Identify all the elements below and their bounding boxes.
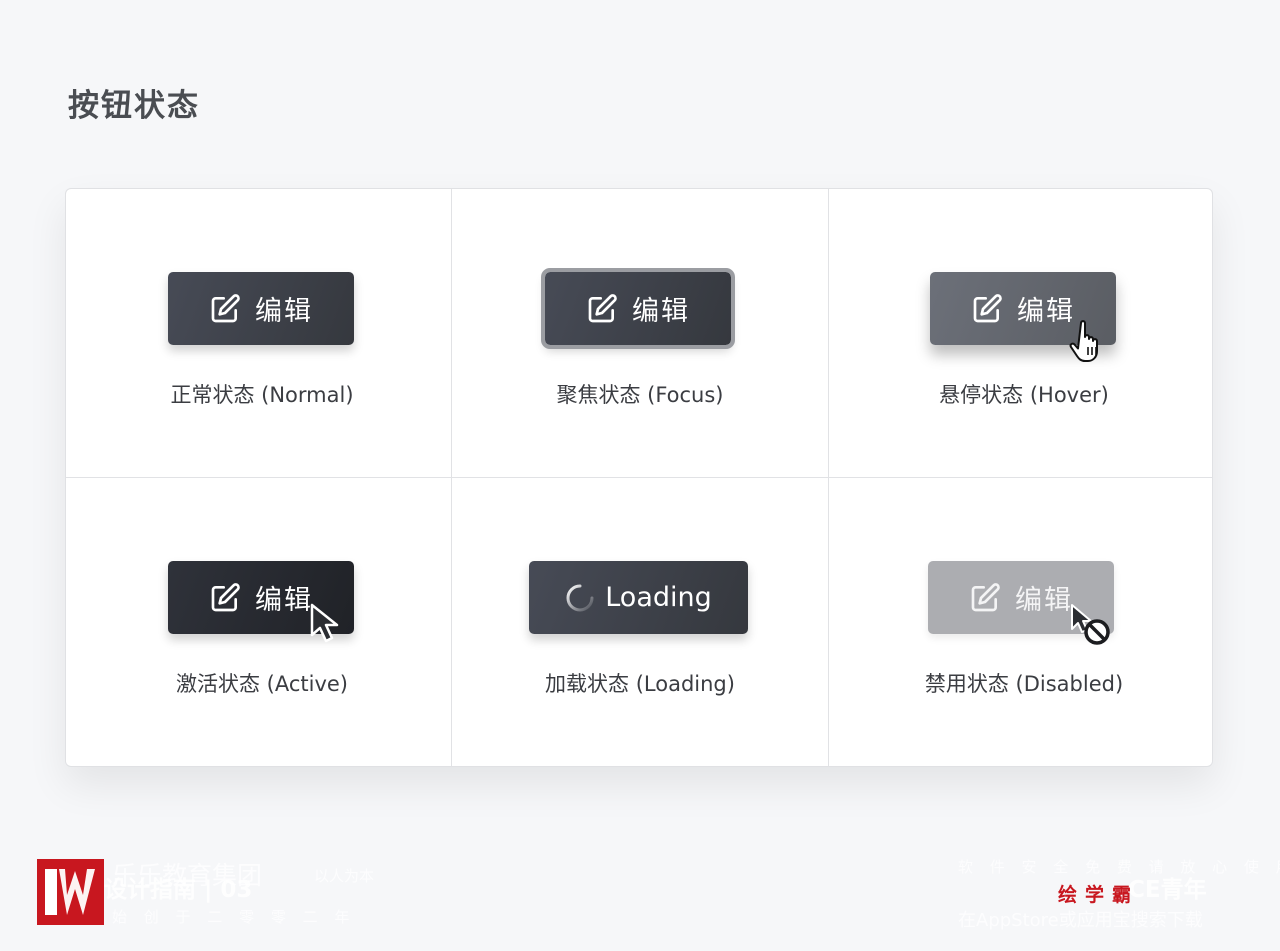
edit-icon — [971, 582, 1000, 611]
brand-logo — [37, 859, 104, 925]
state-caption-disabled: 禁用状态 (Disabled) — [924, 672, 1124, 696]
state-caption-active: 激活状态 (Active) — [175, 672, 349, 696]
footer-guide-title: 设计指南 | 03 — [104, 877, 253, 903]
state-cell-disabled: 编辑 禁用状态 (Disabled) — [829, 478, 1212, 766]
button-label: 编辑 — [255, 585, 313, 616]
button-label: 编辑 — [1015, 585, 1073, 616]
footer-watermark: 乐乐教育集团 以人为本 设计指南 | 03 始 创 于 二 零 零 二 年 软 … — [0, 850, 1280, 951]
footer-company-tag: 以人为本 — [314, 867, 375, 885]
logo-mark-icon — [45, 869, 95, 915]
hand-pointer-icon — [1069, 320, 1098, 362]
arrow-cursor-icon — [310, 603, 339, 643]
states-grid: 编辑 正常状态 (Normal) 编辑 聚焦状态 (Focus) 编辑 悬停状态… — [66, 189, 1212, 766]
footer-right-notice: 软 件 安 全 免 费 请 放 心 使 用 — [958, 858, 1280, 876]
state-caption-focus: 聚焦状态 (Focus) — [556, 383, 724, 407]
edit-button-focus[interactable]: 编辑 — [541, 268, 735, 349]
loading-button[interactable]: Loading — [529, 561, 748, 634]
button-states-panel: 编辑 正常状态 (Normal) 编辑 聚焦状态 (Focus) 编辑 悬停状态… — [65, 188, 1213, 767]
state-caption-hover: 悬停状态 (Hover) — [939, 383, 1109, 407]
state-cell-active: 编辑 激活状态 (Active) — [66, 478, 451, 766]
button-label: 编辑 — [1017, 296, 1075, 327]
page-title: 按钮状态 — [68, 88, 200, 124]
state-cell-normal: 编辑 正常状态 (Normal) — [66, 189, 451, 477]
button-label: 编辑 — [632, 296, 690, 327]
edit-icon — [211, 582, 240, 611]
state-cell-focus: 编辑 聚焦状态 (Focus) — [452, 189, 828, 477]
footer-right-year: CE青年 — [1128, 877, 1207, 903]
edit-icon — [211, 293, 240, 322]
footer-founded: 始 创 于 二 零 零 二 年 — [112, 908, 356, 926]
edit-button-normal[interactable]: 编辑 — [168, 272, 354, 345]
footer-app-brand: 绘学霸 — [1058, 884, 1140, 906]
footer-download-hint: 在AppStore或应用宝搜索下载 — [958, 910, 1203, 931]
button-label: 编辑 — [255, 296, 313, 327]
button-label: Loading — [605, 582, 712, 613]
loading-spinner-icon — [566, 584, 594, 611]
edit-icon — [588, 293, 617, 322]
not-allowed-icon — [1071, 604, 1110, 645]
state-caption-loading: 加载状态 (Loading) — [545, 672, 735, 696]
page: 按钮状态 编辑 正常状态 (Normal) 编辑 聚焦状态 (Focus) 编辑… — [0, 0, 1280, 951]
edit-icon — [973, 293, 1002, 322]
state-caption-normal: 正常状态 (Normal) — [170, 383, 354, 407]
state-cell-loading: Loading 加载状态 (Loading) — [452, 478, 828, 766]
state-cell-hover: 编辑 悬停状态 (Hover) — [829, 189, 1212, 477]
